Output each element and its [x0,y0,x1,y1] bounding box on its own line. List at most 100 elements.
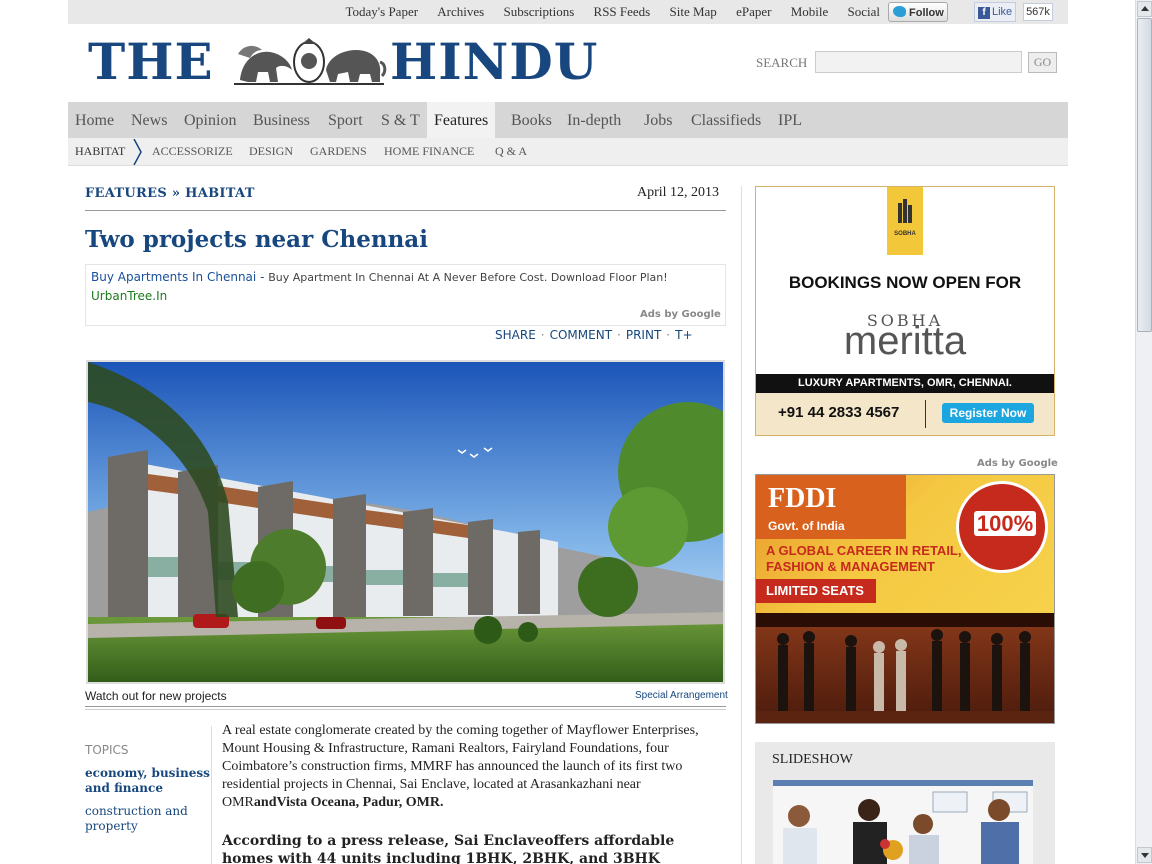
facebook-like-label: Like [992,6,1013,18]
subnav-design[interactable]: DESIGN [249,138,293,164]
slideshow-image[interactable] [773,780,1033,864]
scroll-up-arrow-icon[interactable] [1137,1,1152,17]
subnav-habitat[interactable]: HABITAT [75,138,125,164]
link-site-map[interactable]: Site Map [670,4,717,19]
subnav-q-and-a[interactable]: Q & A [495,138,527,164]
slideshow-photo [773,780,1033,864]
search-input[interactable] [815,51,1022,73]
nav-science-tech[interactable]: S & T [374,102,427,138]
placement-percent: 100% [956,511,1054,537]
nav-jobs[interactable]: Jobs [637,102,679,138]
breadcrumb: FEATURES » HABITAT [85,186,255,201]
nav-books[interactable]: Books [504,102,559,138]
ads-by-google[interactable]: Ads by Google [640,309,721,320]
fddi-gov: Govt. of India [768,519,845,533]
sobha-phone: +91 44 2833 4567 [778,404,900,421]
fddi-logo: FDDI Govt. of India [756,475,906,539]
link-todays-paper[interactable]: Today's Paper [345,4,418,19]
link-subscriptions[interactable]: Subscriptions [503,4,574,19]
fddi-seats: LIMITED SEATS [756,579,876,603]
runway-figures-image [756,613,1054,723]
link-epaper[interactable]: ePaper [736,4,771,19]
sobha-logo-text: SOBHA [894,231,916,237]
subnav-gardens[interactable]: GARDENS [310,138,367,164]
page: Today's Paper Archives Subscriptions RSS… [68,0,1068,864]
subnav-home-finance[interactable]: HOME FINANCE [384,138,474,164]
sub-nav: HABITAT ACCESSORIZE DESIGN GARDENS HOME … [68,138,1068,166]
search-label: SEARCH [756,55,808,70]
text-size-link[interactable]: T+ [675,328,692,342]
comment-link[interactable]: COMMENT [550,328,612,342]
building-icon [898,199,912,223]
subnav-accessorize[interactable]: ACCESSORIZE [152,138,233,164]
divider [85,706,726,707]
text-ad-description: Buy Apartment In Chennai At A Never Befo… [268,271,668,284]
fddi-tagline-2: FASHION & MANAGEMENT [766,559,935,574]
nav-business[interactable]: Business [246,102,317,138]
divider [925,400,926,428]
link-rss-feeds[interactable]: RSS Feeds [594,4,651,19]
divider [85,210,726,211]
facebook-like-count: 567k [1023,3,1053,21]
article-photo[interactable] [86,360,725,684]
topics-heading: TOPICS [85,743,129,757]
column-divider [211,726,212,864]
register-now-button[interactable]: Register Now [942,403,1034,423]
tool-separator: · [540,328,545,342]
nav-in-depth[interactable]: In-depth [560,102,628,138]
page-scrollbar[interactable] [1135,0,1152,864]
tool-separator: · [666,328,671,342]
article-tools: SHARE · COMMENT · PRINT · T+ [495,328,693,342]
search-go-button[interactable]: GO [1028,52,1057,73]
facebook-like-button[interactable]: f Like [974,2,1016,22]
nav-features[interactable]: Features [427,102,496,138]
fashion-show-image [756,613,1054,723]
utility-links: Today's Paper Archives Subscriptions RSS… [329,4,880,20]
fddi-tagline: A GLOBAL CAREER IN RETAIL, FASHION & MAN… [766,543,961,575]
logo-word-hindu: HINDU [390,32,599,91]
fddi-name: FDDI [768,483,837,514]
nav-classifieds[interactable]: Classifieds [684,102,768,138]
article-paragraph: A real estate conglomerate created by th… [222,722,722,812]
print-link[interactable]: PRINT [626,328,661,342]
logo-word-the: THE [88,32,214,91]
topic-link[interactable]: economy, business and finance [85,766,210,796]
share-link[interactable]: SHARE [495,328,536,342]
slideshow-title: SLIDESHOW [772,752,853,767]
nav-sport[interactable]: Sport [321,102,370,138]
breadcrumb-habitat[interactable]: HABITAT [185,186,255,201]
column-divider [741,186,742,864]
sobha-banner-ad[interactable]: SOBHA BOOKINGS NOW OPEN FOR SOBHA meritt… [755,186,1055,436]
placement-percent-value: 100% [973,511,1037,536]
ads-by-google[interactable]: Ads by Google [977,458,1058,469]
divider [85,709,726,710]
fddi-banner-ad[interactable]: FDDI Govt. of India 100% A GLOBAL CAREER… [755,474,1055,724]
sobha-tagline: LUXURY APARTMENTS, OMR, CHENNAI. [756,374,1054,393]
nav-ipl[interactable]: IPL [771,102,809,138]
nav-home[interactable]: Home [68,102,121,138]
sobha-project: meritta [843,319,967,363]
twitter-follow-button[interactable]: Follow [888,2,948,22]
scrollbar-thumb[interactable] [1137,18,1152,332]
site-logo[interactable]: THE HINDU [88,34,618,90]
sobha-footer: +91 44 2833 4567 Register Now [756,393,1054,435]
nav-opinion[interactable]: Opinion [177,102,243,138]
photo-credit: Special Arrangement [635,690,728,701]
text-ad: Buy Apartments In Chennai - Buy Apartmen… [85,264,726,326]
breadcrumb-features[interactable]: FEATURES [85,186,167,201]
nav-news[interactable]: News [124,102,174,138]
link-archives[interactable]: Archives [437,4,484,19]
fddi-tagline-1: A GLOBAL CAREER IN RETAIL, [766,543,962,558]
facebook-icon: f [978,7,990,19]
text-ad-title[interactable]: Buy Apartments In Chennai [91,270,256,284]
breadcrumb-separator: » [171,186,181,201]
sobha-logo: SOBHA [887,187,923,255]
scroll-down-arrow-icon[interactable] [1137,847,1152,863]
topic-link[interactable]: construction and property [85,804,210,834]
chevron-right-icon [133,139,142,165]
text-ad-url[interactable]: UrbanTree.In [91,289,167,303]
link-social[interactable]: Social [848,4,881,19]
villas-rendering-image [88,362,723,682]
link-mobile[interactable]: Mobile [791,4,829,19]
article-date: April 12, 2013 [637,185,720,200]
